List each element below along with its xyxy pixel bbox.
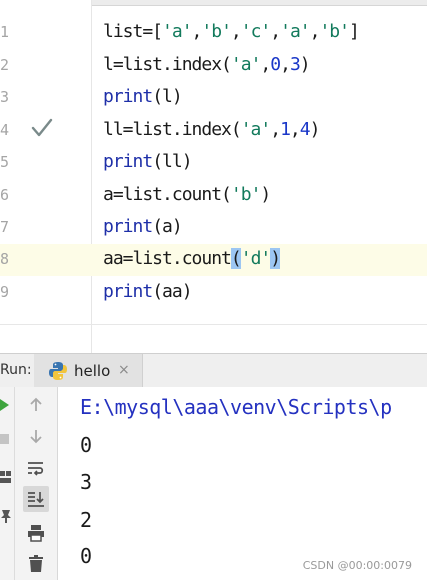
line-number: 8 (0, 250, 10, 268)
run-label: Run: (0, 362, 32, 378)
code-line-2[interactable]: 2 l=list.index('a',0,3) (0, 50, 427, 82)
console-command-line: E:\mysql\aaa\venv\Scripts\p (80, 395, 392, 419)
scroll-to-end-icon (28, 492, 44, 507)
console-line: 2 (80, 508, 92, 532)
line-number: 4 (0, 121, 10, 139)
python-icon (49, 362, 67, 380)
clear-button[interactable] (23, 551, 49, 577)
run-toolbar-left (0, 387, 15, 580)
print-button[interactable] (23, 520, 49, 546)
code-line-9[interactable]: 9 print(aa) (0, 277, 427, 309)
console-line: 0 (80, 433, 92, 457)
scroll-down-button[interactable] (23, 423, 49, 449)
code-line-3[interactable]: 3 print(l) (0, 82, 427, 114)
line-number: 6 (0, 186, 10, 204)
line-number: 7 (0, 218, 10, 236)
code-text[interactable]: print(ll) (103, 151, 193, 172)
run-tab-label: hello (74, 362, 111, 380)
line-number: 3 (0, 88, 10, 106)
code-editor[interactable]: 1 list=['a','b','c','a','b'] 2 l=list.in… (0, 0, 427, 353)
run-header: Run: hello × (0, 353, 427, 388)
code-text[interactable]: print(aa) (103, 281, 193, 302)
run-tab-hello[interactable]: hello × (34, 354, 143, 387)
soft-wrap-button[interactable] (23, 455, 49, 481)
code-text[interactable]: aa=list.count('d') (103, 248, 281, 269)
code-text[interactable]: a=list.count('b') (103, 184, 271, 205)
code-line-4[interactable]: 4 ll=list.index('a',1,4) (0, 115, 427, 147)
console-line: 0 (80, 544, 92, 568)
editor-bottom-edge (0, 324, 427, 325)
scroll-to-end-button[interactable] (23, 486, 49, 512)
stop-icon[interactable] (0, 433, 10, 445)
console-output[interactable]: E:\mysql\aaa\venv\Scripts\p 0 3 2 0 (58, 387, 427, 580)
run-toolbar-right (15, 387, 58, 580)
line-number: 9 (0, 283, 10, 301)
print-icon (28, 525, 44, 542)
arrow-down-icon (30, 430, 42, 444)
code-text[interactable]: print(a) (103, 216, 183, 237)
code-line-1[interactable]: 1 list=['a','b','c','a','b'] (0, 17, 427, 49)
code-line-8-current[interactable]: 8 aa=list.count('d') (0, 244, 427, 276)
close-icon[interactable]: × (118, 362, 130, 378)
code-text[interactable]: ll=list.index('a',1,4) (103, 119, 320, 140)
code-line-6[interactable]: 6 a=list.count('b') (0, 180, 427, 212)
layout-icon[interactable] (0, 470, 12, 484)
code-text[interactable]: list=['a','b','c','a','b'] (103, 21, 360, 42)
code-line-7[interactable]: 7 print(a) (0, 212, 427, 244)
line-number: 5 (0, 153, 10, 171)
scroll-up-button[interactable] (23, 392, 49, 418)
soft-wrap-icon (28, 462, 44, 476)
line-number: 1 (0, 23, 10, 41)
code-text[interactable]: print(l) (103, 86, 183, 107)
brace-match-open: ( (230, 248, 242, 269)
console-line: 3 (80, 470, 92, 494)
rerun-icon[interactable] (0, 398, 10, 412)
arrow-up-icon (30, 397, 42, 411)
watermark: CSDN @00:00:0079 (302, 559, 412, 572)
pin-icon[interactable] (0, 509, 12, 523)
brace-match-close: ) (270, 248, 281, 269)
code-line-5[interactable]: 5 print(ll) (0, 147, 427, 179)
checkmark-icon[interactable] (30, 116, 54, 140)
trash-icon (29, 555, 43, 572)
line-number: 2 (0, 56, 10, 74)
code-text[interactable]: l=list.index('a',0,3) (103, 54, 311, 75)
